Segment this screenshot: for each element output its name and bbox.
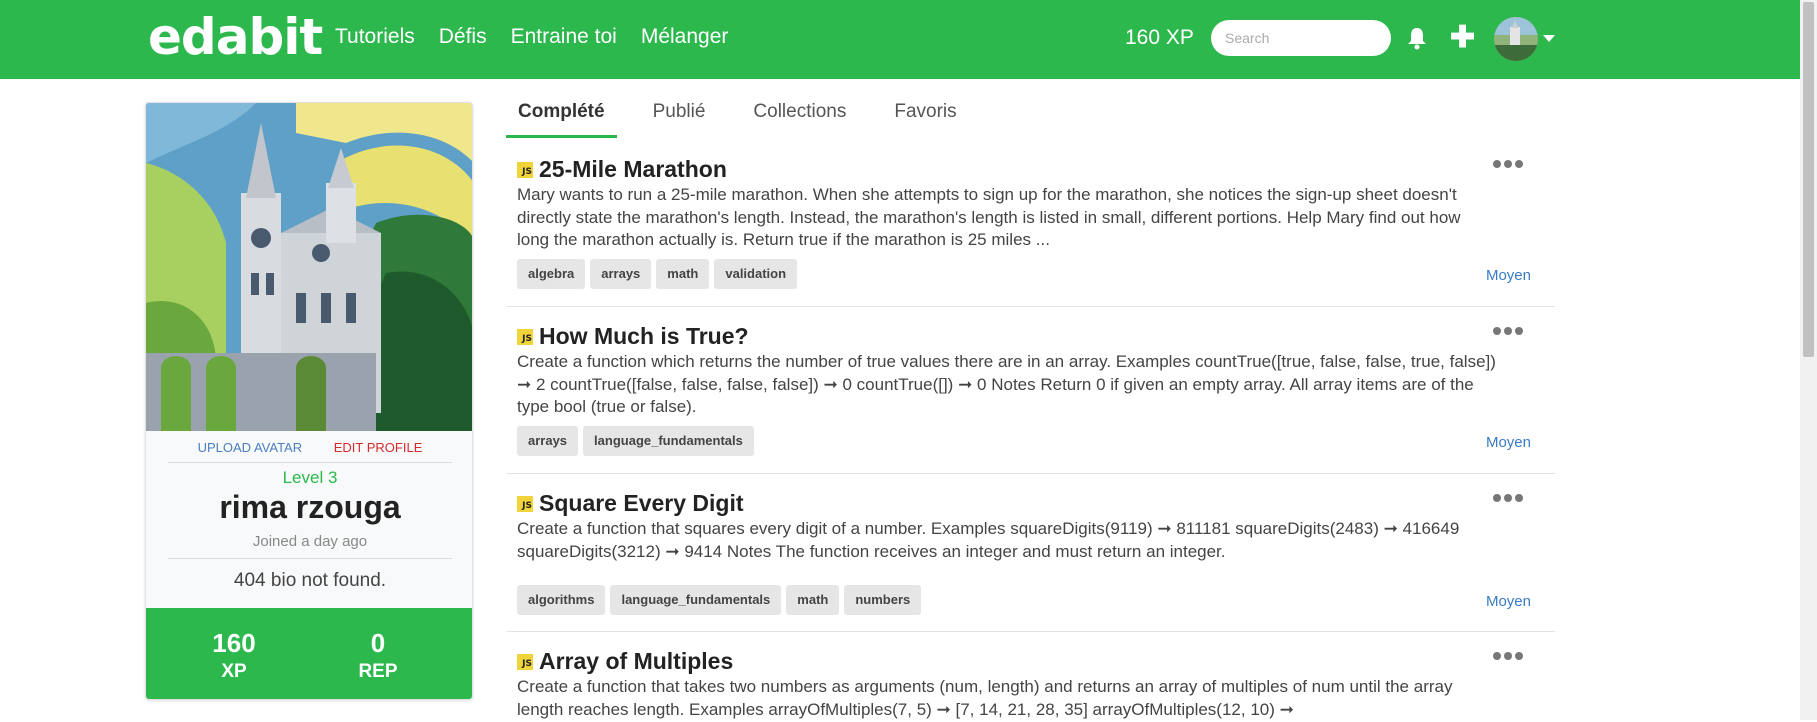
challenge-title[interactable]: JS Square Every Digit (517, 490, 744, 517)
tag[interactable]: numbers (844, 585, 922, 615)
tag-list: arrays language_fundamentals (517, 426, 754, 456)
user-bio: 404 bio not found. (233, 570, 387, 591)
tag[interactable]: language_fundamentals (583, 426, 754, 456)
javascript-icon: JS (517, 495, 533, 512)
more-options-icon[interactable] (1493, 652, 1523, 660)
joined-date: Joined a day ago (252, 533, 368, 550)
divider (168, 462, 452, 463)
challenge-description: Create a function which returns the numb… (517, 352, 1496, 416)
tab-complete[interactable]: Complété (506, 100, 617, 138)
rep-value: 0 (370, 628, 386, 658)
javascript-icon: JS (517, 161, 533, 178)
challenge-title[interactable]: JS 25-Mile Marathon (517, 156, 727, 183)
tag-list: algorithms language_fundamentals math nu… (517, 585, 922, 615)
tag[interactable]: math (656, 259, 710, 289)
profile-tabs: Complété Publié Collections Favoris (506, 100, 993, 138)
challenge-title[interactable]: JS How Much is True? (517, 323, 749, 350)
list-item[interactable]: JS How Much is True? Create a function w… (507, 307, 1555, 474)
difficulty-label: Moyen (1485, 434, 1531, 451)
search-input[interactable] (1211, 20, 1391, 56)
tag[interactable]: validation (714, 259, 798, 289)
challenge-list: JS 25-Mile Marathon Mary wants to run a … (507, 140, 1555, 722)
list-item[interactable]: JS Array of Multiples Create a function … (507, 632, 1555, 722)
tab-favoris[interactable]: Favoris (882, 100, 968, 138)
upload-avatar-link[interactable]: UPLOAD AVATAR (198, 440, 303, 455)
javascript-icon: JS (517, 328, 533, 345)
javascript-icon: JS (517, 653, 533, 670)
user-name: rima rzouga (219, 489, 401, 525)
chevron-down-icon[interactable] (1543, 35, 1555, 42)
tag[interactable]: language_fundamentals (610, 585, 782, 615)
avatar-actions: UPLOAD AVATAR EDIT PROFILE (146, 440, 472, 455)
edit-profile-link[interactable]: EDIT PROFILE (334, 440, 423, 455)
challenge-description: Create a function that squares every dig… (517, 519, 1460, 561)
scrollbar-thumb[interactable] (1803, 2, 1814, 357)
user-level: Level 3 (282, 468, 338, 487)
tag[interactable]: arrays (517, 426, 579, 456)
nav-tutoriels[interactable]: Tutoriels (335, 25, 415, 49)
challenge-description: Mary wants to run a 25-mile marathon. Wh… (517, 185, 1461, 249)
profile-avatar-image (146, 103, 472, 431)
main-nav: Tutoriels Défis Entraine toi Mélanger (335, 25, 752, 49)
rep-label: REP (358, 661, 398, 682)
edabit-logo[interactable]: edabit (148, 8, 323, 66)
divider (168, 558, 452, 559)
more-options-icon[interactable] (1493, 494, 1523, 502)
xp-counter: 160 XP (1125, 26, 1194, 49)
list-item[interactable]: JS 25-Mile Marathon Mary wants to run a … (507, 140, 1555, 307)
list-item[interactable]: JS Square Every Digit Create a function … (507, 474, 1555, 632)
tag[interactable]: algorithms (517, 585, 606, 615)
challenge-description: Create a function that takes two numbers… (517, 677, 1453, 719)
avatar[interactable] (1494, 17, 1538, 61)
top-navbar: edabit Tutoriels Défis Entraine toi Méla… (0, 0, 1800, 79)
xp-label: XP (221, 661, 247, 682)
rep-stat: 0 REP (318, 628, 438, 683)
tag[interactable]: arrays (590, 259, 652, 289)
challenge-title[interactable]: JS Array of Multiples (517, 648, 733, 675)
profile-card: UPLOAD AVATAR EDIT PROFILE Level 3 rima … (145, 102, 473, 700)
tag[interactable]: algebra (517, 259, 586, 289)
tag-list: algebra arrays math validation (517, 259, 798, 289)
profile-stats: 160 XP 0 REP (146, 608, 472, 699)
xp-stat: 160 XP (174, 628, 294, 683)
nav-defis[interactable]: Défis (439, 25, 487, 49)
xp-value: 160 (212, 628, 256, 658)
more-options-icon[interactable] (1493, 160, 1523, 168)
tab-publie[interactable]: Publié (641, 100, 718, 138)
nav-melanger[interactable]: Mélanger (641, 25, 729, 49)
more-options-icon[interactable] (1493, 327, 1523, 335)
plus-icon[interactable]: ✚ (1450, 23, 1475, 53)
difficulty-label: Moyen (1485, 267, 1531, 284)
bell-icon[interactable] (1406, 26, 1428, 50)
nav-entraine-toi[interactable]: Entraine toi (511, 25, 617, 49)
tab-collections[interactable]: Collections (741, 100, 858, 138)
difficulty-label: Moyen (1485, 593, 1531, 610)
tag[interactable]: math (786, 585, 840, 615)
